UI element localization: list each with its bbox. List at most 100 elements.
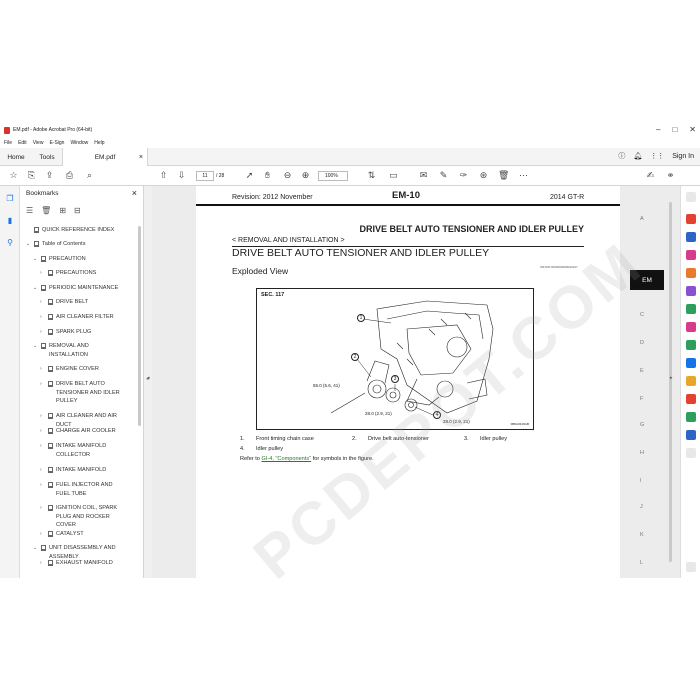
tab-tools[interactable]: Tools: [32, 148, 62, 166]
select-cursor-icon[interactable]: ➚: [244, 170, 255, 181]
close-panel-icon[interactable]: ×: [132, 188, 137, 198]
chevron-right-icon[interactable]: ›: [40, 380, 42, 389]
chevron-down-icon[interactable]: ⌄: [26, 240, 30, 249]
expand-left-arrow-icon[interactable]: ◂: [147, 375, 150, 381]
new-bookmark-icon[interactable]: ⊞: [59, 206, 66, 215]
protect-icon[interactable]: [686, 358, 696, 368]
more-tools-icon[interactable]: ⋯: [518, 170, 529, 181]
notifications-icon[interactable]: 🔔︎: [633, 152, 642, 160]
fill-sign-icon[interactable]: [686, 286, 696, 296]
menu-esign[interactable]: E-Sign: [49, 140, 64, 146]
more-tools-rail-icon[interactable]: [686, 448, 696, 458]
expand-right-arrow-icon[interactable]: ▸: [670, 375, 673, 381]
sign-in-link[interactable]: Sign In: [672, 153, 694, 160]
chevron-right-icon[interactable]: ›: [40, 365, 42, 374]
bookmark-add-icon[interactable]: ☆: [8, 170, 19, 181]
expand-bookmark-icon[interactable]: ⊟: [74, 206, 81, 215]
highlight-pen-icon[interactable]: ✎: [438, 170, 449, 181]
section-letter: G: [640, 422, 645, 428]
chevron-down-icon[interactable]: ⌄: [33, 255, 37, 264]
bookmarks-icon[interactable]: ▮: [5, 216, 15, 226]
chevron-right-icon[interactable]: ›: [40, 504, 42, 513]
section-letter: A: [640, 216, 644, 222]
organize-pages-icon[interactable]: [686, 304, 696, 314]
chevron-right-icon[interactable]: ›: [40, 559, 42, 568]
help-icon[interactable]: ⓘ: [618, 151, 625, 161]
bookmark-icon: [41, 285, 46, 291]
print-production-icon[interactable]: [686, 412, 696, 422]
chevron-down-icon[interactable]: ⌄: [33, 342, 37, 351]
chevron-right-icon[interactable]: ›: [40, 412, 42, 421]
close-tab-icon[interactable]: ×: [139, 154, 143, 161]
tab-document[interactable]: EM.pdf ×: [62, 148, 148, 166]
menu-file[interactable]: File: [4, 140, 12, 146]
panel-splitter[interactable]: ◂: [144, 186, 152, 578]
delete-icon[interactable]: 🗑︎: [498, 170, 509, 181]
scroll-thumb[interactable]: [669, 202, 672, 562]
chevron-right-icon[interactable]: ›: [40, 313, 42, 322]
chevron-right-icon[interactable]: ›: [40, 481, 42, 490]
print-icon[interactable]: ⎙: [64, 170, 75, 181]
section-code: EM-10: [392, 190, 420, 201]
page-number-input[interactable]: 11: [196, 171, 214, 181]
shield-icon[interactable]: [686, 430, 696, 440]
minimize-button[interactable]: –: [656, 125, 660, 134]
chevron-down-icon[interactable]: ⌄: [33, 284, 37, 293]
collapse-rail-icon[interactable]: [686, 562, 696, 572]
bookmark-icon: [48, 560, 53, 566]
bookmarks-title: Bookmarks: [26, 190, 59, 197]
comment-icon[interactable]: ✉︎: [418, 170, 429, 181]
menu-help[interactable]: Help: [94, 140, 104, 146]
menu-edit[interactable]: Edit: [18, 140, 27, 146]
chevron-right-icon[interactable]: ›: [40, 269, 42, 278]
zoom-in-icon[interactable]: ⊕: [300, 170, 311, 181]
bookmark-options-icon[interactable]: ☰: [26, 206, 33, 215]
chevron-right-icon[interactable]: ›: [40, 427, 42, 436]
maximize-button[interactable]: □: [672, 125, 677, 134]
delete-bookmark-icon[interactable]: 🗑︎: [41, 206, 51, 215]
save-icon[interactable]: ⎘: [26, 170, 37, 181]
chevron-down-icon[interactable]: ⌄: [33, 544, 37, 553]
page-down-icon[interactable]: ⇩: [176, 170, 187, 181]
chevron-right-icon[interactable]: ›: [40, 466, 42, 475]
zoom-level-select[interactable]: 100%: [318, 171, 348, 181]
search-icon[interactable]: ⌕: [84, 170, 95, 181]
scan-ocr-icon[interactable]: [686, 340, 696, 350]
zoom-search-icon[interactable]: [686, 192, 696, 202]
stamp-icon[interactable]: ⊛: [478, 170, 489, 181]
sign-icon[interactable]: ✍︎: [645, 170, 656, 181]
chevron-right-icon[interactable]: ›: [40, 298, 42, 307]
create-pdf-icon[interactable]: [686, 214, 696, 224]
zoom-out-icon[interactable]: ⊖: [282, 170, 293, 181]
components-link[interactable]: GI-4, "Components": [261, 456, 311, 462]
close-window-button[interactable]: ✕: [689, 125, 696, 134]
stamp-tool-icon[interactable]: [686, 394, 696, 404]
export-pdf-icon[interactable]: [686, 268, 696, 278]
bookmark-item[interactable]: › EXHAUST MANIFOLD: [40, 559, 136, 578]
menu-window[interactable]: Window: [70, 140, 88, 146]
combine-files-icon[interactable]: [686, 232, 696, 242]
bookmark-icon: [48, 505, 53, 511]
chevron-right-icon[interactable]: ›: [40, 328, 42, 337]
document-scrollbar[interactable]: [664, 186, 678, 578]
tab-home[interactable]: Home: [0, 148, 32, 166]
request-signature-icon[interactable]: [686, 322, 696, 332]
page-thumbnails-icon[interactable]: ❐: [5, 194, 15, 204]
share-link-icon[interactable]: ⚭: [665, 170, 676, 181]
apps-grid-icon[interactable]: ⋮⋮: [650, 152, 664, 160]
chevron-right-icon[interactable]: ›: [40, 442, 42, 451]
figure-code: MBIA0316GB: [510, 422, 529, 426]
chevron-right-icon[interactable]: ›: [40, 530, 42, 539]
comment-tool-icon[interactable]: [686, 376, 696, 386]
fit-page-icon[interactable]: ⇅: [366, 170, 377, 181]
draw-icon[interactable]: ✑: [458, 170, 469, 181]
scroll-mode-icon[interactable]: ▭: [388, 170, 399, 181]
attachments-icon[interactable]: ⚲: [5, 238, 15, 248]
bookmark-item[interactable]: › DRIVE BELT AUTO TENSIONER AND IDLER PUL…: [40, 380, 136, 410]
panel-scrollbar[interactable]: [138, 226, 141, 426]
upload-icon[interactable]: ⇪: [44, 170, 55, 181]
edit-pdf-icon[interactable]: [686, 250, 696, 260]
menu-view[interactable]: View: [33, 140, 44, 146]
hand-tool-icon[interactable]: ✋︎: [262, 170, 273, 181]
page-up-icon[interactable]: ⇧: [158, 170, 169, 181]
